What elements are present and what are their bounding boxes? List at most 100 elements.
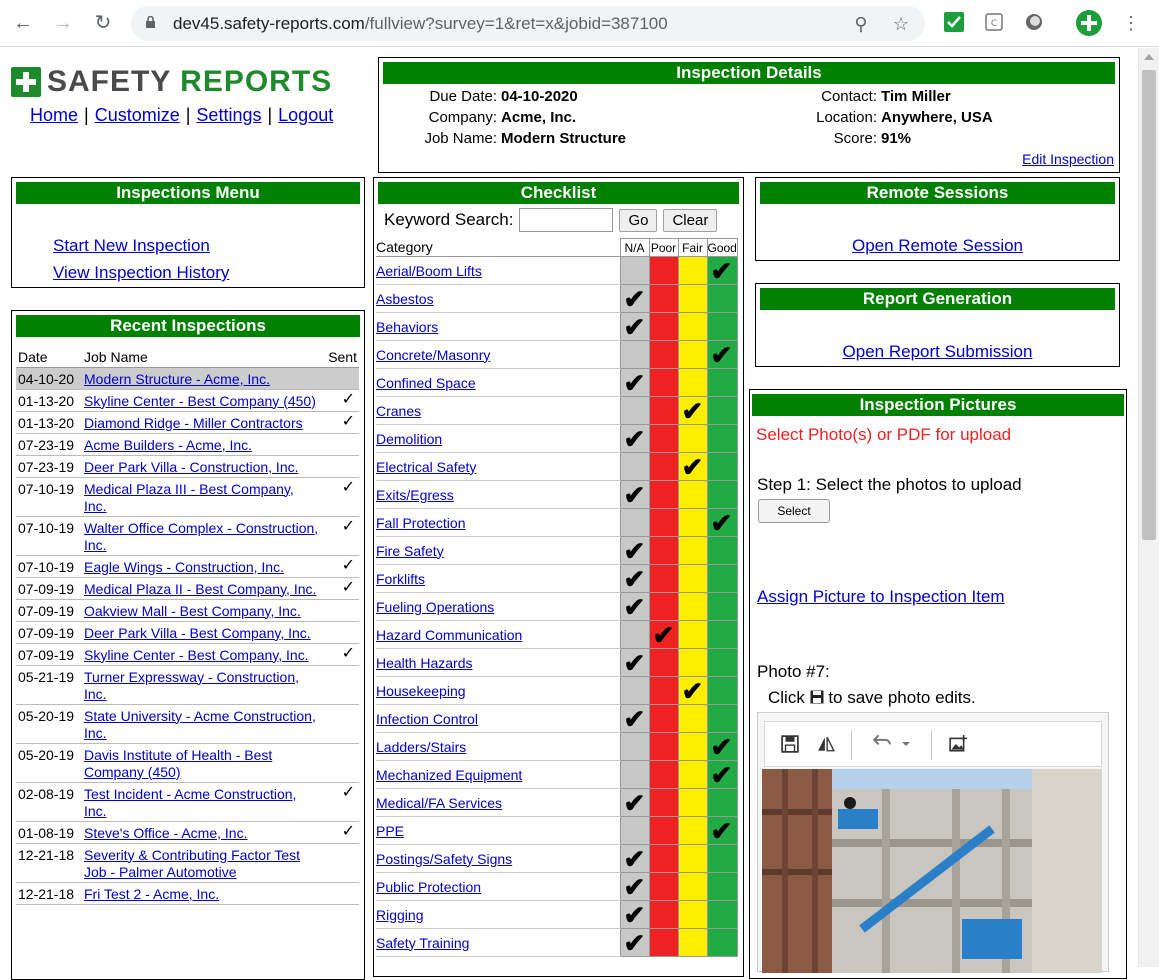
rating-good-cell[interactable]: [706, 844, 738, 873]
assign-picture-link[interactable]: Assign Picture to Inspection Item: [757, 587, 1005, 607]
rating-good-cell[interactable]: [706, 536, 738, 565]
job-link[interactable]: Test Incident - Acme Construction, Inc.: [84, 786, 296, 819]
category-link[interactable]: Concrete/Masonry: [376, 347, 490, 363]
job-link[interactable]: Eagle Wings - Construction, Inc.: [84, 559, 284, 575]
rating-na-cell[interactable]: [619, 732, 650, 761]
menu-kebab-icon[interactable]: ⋮: [1118, 10, 1144, 36]
job-link[interactable]: Steve's Office - Acme, Inc.: [84, 825, 247, 841]
scroll-up-icon[interactable]: [1144, 54, 1154, 60]
job-link[interactable]: Deer Park Villa - Best Company, Inc.: [84, 625, 311, 641]
rating-fair-cell[interactable]: [677, 424, 708, 453]
rating-na-cell[interactable]: ✔: [619, 592, 650, 621]
home-link[interactable]: Home: [30, 105, 78, 125]
rating-fair-cell[interactable]: [677, 900, 708, 929]
rating-good-cell[interactable]: ✔: [706, 760, 738, 789]
rating-fair-cell[interactable]: [677, 704, 708, 733]
rating-fair-cell[interactable]: [677, 928, 708, 957]
rating-fair-cell[interactable]: [677, 844, 708, 873]
rating-poor-cell[interactable]: [648, 480, 679, 509]
open-remote-session-link[interactable]: Open Remote Session: [756, 236, 1119, 256]
rating-na-cell[interactable]: ✔: [619, 704, 650, 733]
rating-na-cell[interactable]: ✔: [619, 284, 650, 313]
keyword-search-input[interactable]: [519, 208, 614, 232]
rating-fair-cell[interactable]: [677, 732, 708, 761]
rating-poor-cell[interactable]: [648, 256, 679, 285]
undo-icon[interactable]: [873, 732, 891, 750]
rating-good-cell[interactable]: [706, 648, 738, 677]
rating-fair-cell[interactable]: ✔: [677, 676, 708, 705]
rating-poor-cell[interactable]: [648, 592, 679, 621]
job-link[interactable]: Medical Plaza III - Best Company, Inc.: [84, 481, 294, 514]
rating-na-cell[interactable]: ✔: [619, 648, 650, 677]
rating-na-cell[interactable]: [619, 676, 650, 705]
job-link[interactable]: Turner Expressway - Construction, Inc.: [84, 669, 299, 702]
category-link[interactable]: Housekeeping: [376, 683, 466, 699]
customize-link[interactable]: Customize: [95, 105, 180, 125]
rating-poor-cell[interactable]: [648, 928, 679, 957]
rating-poor-cell[interactable]: [648, 340, 679, 369]
rating-poor-cell[interactable]: [648, 564, 679, 593]
category-link[interactable]: Ladders/Stairs: [376, 739, 466, 755]
rating-poor-cell[interactable]: [648, 760, 679, 789]
rating-na-cell[interactable]: [619, 340, 650, 369]
table-row[interactable]: 01-13-20 Skyline Center - Best Company (4…: [16, 389, 359, 412]
rating-good-cell[interactable]: ✔: [706, 256, 738, 285]
rating-good-cell[interactable]: [706, 396, 738, 425]
rating-poor-cell[interactable]: [648, 676, 679, 705]
rating-good-cell[interactable]: [706, 592, 738, 621]
rating-fair-cell[interactable]: [677, 620, 708, 649]
rating-poor-cell[interactable]: [648, 788, 679, 817]
table-row[interactable]: 01-08-19 Steve's Office - Acme, Inc. ✓: [16, 821, 359, 844]
rating-fair-cell[interactable]: [677, 788, 708, 817]
rating-fair-cell[interactable]: [677, 872, 708, 901]
category-link[interactable]: Fueling Operations: [376, 599, 494, 615]
category-link[interactable]: Infection Control: [376, 711, 478, 727]
rating-poor-cell[interactable]: [648, 452, 679, 481]
rating-poor-cell[interactable]: [648, 816, 679, 845]
start-new-inspection-link[interactable]: Start New Inspection: [53, 236, 210, 256]
rating-good-cell[interactable]: ✔: [706, 816, 738, 845]
category-link[interactable]: Public Protection: [376, 879, 481, 895]
logout-link[interactable]: Logout: [278, 105, 333, 125]
rating-fair-cell[interactable]: [677, 648, 708, 677]
rating-fair-cell[interactable]: [677, 312, 708, 341]
rating-fair-cell[interactable]: [677, 564, 708, 593]
category-link[interactable]: Mechanized Equipment: [376, 767, 522, 783]
rating-poor-cell[interactable]: [648, 396, 679, 425]
rating-poor-cell[interactable]: [648, 536, 679, 565]
table-row[interactable]: 07-23-19 Acme Builders - Acme, Inc.: [16, 433, 359, 456]
rating-good-cell[interactable]: [706, 900, 738, 929]
rating-fair-cell[interactable]: [677, 368, 708, 397]
table-row[interactable]: 07-09-19 Skyline Center - Best Company, I…: [16, 643, 359, 666]
rating-na-cell[interactable]: [619, 508, 650, 537]
checkbox-extension-icon[interactable]: [944, 12, 964, 32]
rating-na-cell[interactable]: ✔: [619, 480, 650, 509]
table-row[interactable]: 07-09-19 Oakview Mall - Best Company, Inc…: [16, 599, 359, 622]
category-link[interactable]: Behaviors: [376, 319, 438, 335]
rating-fair-cell[interactable]: ✔: [677, 396, 708, 425]
rating-fair-cell[interactable]: [677, 760, 708, 789]
rating-good-cell[interactable]: [706, 564, 738, 593]
job-link[interactable]: Medical Plaza II - Best Company, Inc.: [84, 581, 316, 597]
rating-na-cell[interactable]: ✔: [619, 788, 650, 817]
rating-poor-cell[interactable]: [648, 424, 679, 453]
rating-poor-cell[interactable]: [648, 704, 679, 733]
table-row[interactable]: 07-09-19 Deer Park Villa - Best Company, …: [16, 621, 359, 644]
rating-poor-cell[interactable]: [648, 368, 679, 397]
table-row[interactable]: 07-23-19 Deer Park Villa - Construction, …: [16, 455, 359, 478]
rating-good-cell[interactable]: ✔: [706, 508, 738, 537]
table-row[interactable]: 05-20-19 State University - Acme Construc…: [16, 704, 359, 744]
rating-na-cell[interactable]: [619, 256, 650, 285]
rating-good-cell[interactable]: [706, 788, 738, 817]
table-row[interactable]: 05-20-19 Davis Institute of Health - Best…: [16, 743, 359, 783]
category-link[interactable]: Postings/Safety Signs: [376, 851, 512, 867]
rating-na-cell[interactable]: ✔: [619, 900, 650, 929]
rating-na-cell[interactable]: [619, 760, 650, 789]
job-link[interactable]: Diamond Ridge - Miller Contractors: [84, 415, 303, 431]
rating-fair-cell[interactable]: [677, 480, 708, 509]
rating-good-cell[interactable]: ✔: [706, 340, 738, 369]
category-link[interactable]: PPE: [376, 823, 404, 839]
rating-na-cell[interactable]: ✔: [619, 872, 650, 901]
rating-na-cell[interactable]: ✔: [619, 844, 650, 873]
job-link[interactable]: State University - Acme Construction, In…: [84, 708, 316, 741]
